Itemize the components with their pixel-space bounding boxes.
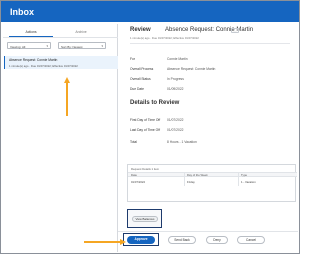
send-back-button[interactable]: Send Back [168,236,196,244]
tab-divider [3,37,118,38]
column-header-date: Date [131,173,137,177]
chevron-down-icon: ▾ [46,44,48,48]
inbox-item-subtitle: 1 minute(s) ago · Due 01/07/2022; Effect… [9,63,78,68]
table-cell-day: Friday [187,180,195,184]
approve-button[interactable]: Approve [127,236,155,244]
inbox-list-pane: Actions Archive Viewing: All ▾ Sort By: … [3,24,118,252]
sort-dropdown[interactable]: Sort By: Newest ▾ [58,42,106,49]
column-divider [238,172,239,186]
more-actions-button[interactable]: ··· [231,28,239,33]
field-value-first-day: 01/07/2022 [167,118,184,122]
app-title: Inbox [10,7,34,17]
field-label-overall-process: Overall Process [130,67,154,71]
sort-label: Sort By: Newest [61,44,83,49]
action-bar: Approve Send Back Deny Cancel [118,231,298,252]
field-value-for: Connie Martin [167,57,188,61]
table-cell-type: 1 - Vacation [241,180,256,184]
view-balances-highlight: View Balances [127,209,162,228]
column-header-day: Day of the Week [187,173,208,177]
app-header: Inbox [1,1,299,22]
details-heading: Details to Review [130,100,180,106]
review-heading: Review [130,27,151,33]
cancel-button[interactable]: Cancel [237,236,265,244]
inbox-item-title: Absence Request: Connie Martin [9,58,58,62]
annotation-arrow-right-icon [120,238,126,245]
field-label-due-date: Due Date [130,87,144,91]
deny-button[interactable]: Deny [206,236,228,244]
annotation-arrow-up-shaft [66,82,68,116]
viewing-filter-label: Viewing: All [10,44,26,49]
field-label-last-day: Last Day of Time Off [130,128,160,132]
tab-archive[interactable]: Archive [61,30,101,34]
review-meta: 1 minute(s) ago · Due 01/07/2022; Effect… [130,36,199,40]
review-title: Absence Request: Connie Martin [165,27,254,33]
field-label-for: For [130,57,135,61]
column-header-type: Type [241,173,248,177]
field-value-overall-process: Absence Request: Connie Martin [167,67,216,71]
annotation-arrow-right-shaft [84,241,120,243]
table-cell-date: 01/07/2022 [131,180,145,184]
chevron-down-icon: ▾ [101,44,103,48]
viewing-filter-dropdown[interactable]: Viewing: All ▾ [7,42,51,49]
column-divider [184,172,185,186]
review-pane: Review Absence Request: Connie Martin ··… [120,24,298,252]
tab-actions[interactable]: Actions [11,30,51,34]
request-details-table: Request Details 1 item Date Day of the W… [127,164,297,202]
field-label-total: Total [130,140,137,144]
field-value-due-date: 01/09/2022 [167,87,184,91]
field-label-overall-status: Overall Status [130,77,151,81]
table-caption: Request Details 1 item [131,167,160,171]
field-label-first-day: First Day of Time Off [130,118,161,122]
divider [130,43,290,44]
field-value-last-day: 01/07/2022 [167,128,184,132]
table-header-row [128,172,297,177]
field-value-overall-status: In Progress [167,77,184,81]
field-value-total: 8 Hours - 1 Vacation [167,140,197,144]
inbox-list-item[interactable]: Absence Request: Connie Martin 1 minute(… [4,56,118,69]
view-balances-button[interactable]: View Balances [132,216,158,222]
